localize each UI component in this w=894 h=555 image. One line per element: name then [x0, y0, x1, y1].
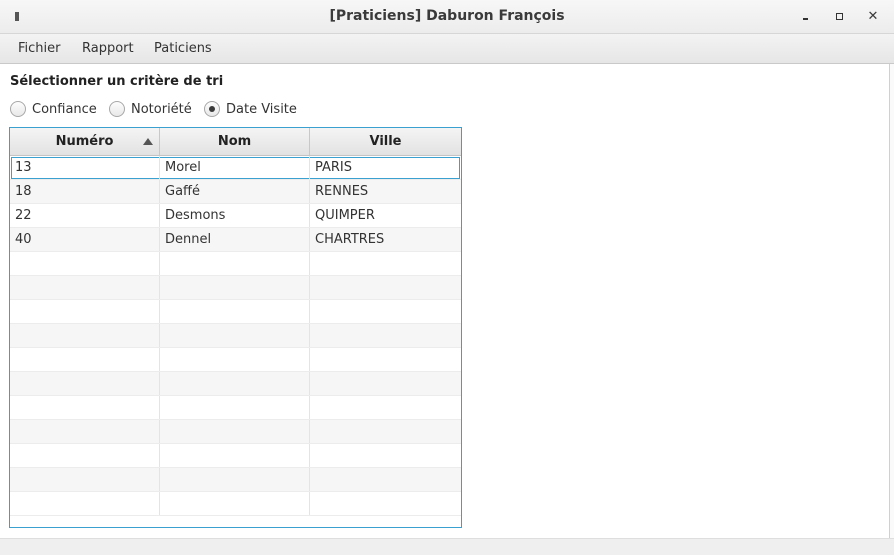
table-cell — [10, 420, 160, 443]
radio-circle[interactable] — [10, 101, 26, 117]
table-row-empty — [10, 396, 461, 420]
table-cell — [160, 252, 310, 275]
table-cell — [160, 324, 310, 347]
table-row[interactable]: 22 Desmons QUIMPER — [10, 204, 461, 228]
sort-criteria-label: Sélectionner un critère de tri — [10, 74, 224, 89]
table-row-empty — [10, 348, 461, 372]
table-cell: CHARTRES — [315, 232, 385, 247]
table-cell — [160, 420, 310, 443]
table-cell — [310, 276, 461, 299]
table-cell — [10, 372, 160, 395]
table-cell — [160, 492, 310, 515]
column-header-numero[interactable]: Numéro — [10, 128, 160, 155]
table-cell — [310, 300, 461, 323]
table-row-empty — [10, 420, 461, 444]
praticiens-table[interactable]: Numéro Nom Ville 13 Morel PARIS 18 Gaffé RENN… — [9, 127, 462, 528]
column-header-label: Numéro — [55, 134, 114, 149]
table-row[interactable]: 13 Morel PARIS — [10, 156, 461, 180]
menu-fichier[interactable]: Fichier — [18, 41, 61, 56]
table-cell — [310, 396, 461, 419]
table-cell — [310, 348, 461, 371]
table-cell — [160, 300, 310, 323]
minimize-icon — [802, 18, 808, 20]
table-row-empty — [10, 300, 461, 324]
column-header-nom[interactable]: Nom — [160, 128, 310, 155]
table-cell — [10, 492, 160, 515]
menu-bar: Fichier Rapport Paticiens — [0, 34, 894, 64]
table-row-empty — [10, 276, 461, 300]
close-button[interactable]: ✕ — [864, 8, 882, 26]
table-row-empty — [10, 252, 461, 276]
table-cell — [310, 468, 461, 491]
table-cell: QUIMPER — [315, 208, 375, 223]
table-row-empty — [10, 444, 461, 468]
table-header: Numéro Nom Ville — [10, 128, 461, 156]
table-cell — [160, 396, 310, 419]
column-header-ville[interactable]: Ville — [310, 128, 461, 155]
menu-paticiens[interactable]: Paticiens — [154, 41, 212, 56]
sort-ascending-icon — [143, 138, 153, 145]
table-cell: 18 — [10, 180, 160, 203]
table-row-empty — [10, 372, 461, 396]
table-cell — [160, 348, 310, 371]
table-cell — [310, 492, 461, 515]
table-cell — [10, 300, 160, 323]
radio-date-visite[interactable]: Date Visite — [204, 100, 297, 118]
table-row[interactable]: 18 Gaffé RENNES — [10, 180, 461, 204]
close-icon: ✕ — [867, 9, 879, 24]
table-cell — [160, 372, 310, 395]
radio-label: Date Visite — [226, 101, 297, 117]
table-cell — [10, 348, 160, 371]
radio-circle-selected[interactable] — [204, 101, 220, 117]
table-cell — [10, 444, 160, 467]
table-cell: 13 — [10, 156, 160, 179]
window-right-edge — [889, 64, 894, 538]
table-cell — [310, 252, 461, 275]
table-cell — [10, 252, 160, 275]
table-cell — [310, 444, 461, 467]
table-cell — [160, 468, 310, 491]
radio-label: Notoriété — [131, 101, 192, 117]
title-bar: [Praticiens] Daburon François ✕ — [0, 0, 894, 34]
menu-rapport[interactable]: Rapport — [82, 41, 134, 56]
radio-confiance[interactable]: Confiance — [10, 100, 97, 118]
table-cell: Morel — [160, 156, 310, 179]
maximize-button[interactable] — [830, 8, 848, 26]
radio-notoriete[interactable]: Notoriété — [109, 100, 192, 118]
table-cell — [310, 420, 461, 443]
table-row[interactable]: 40 Dennel CHARTRES — [10, 228, 461, 252]
table-cell: Dennel — [160, 228, 310, 251]
table-cell — [10, 468, 160, 491]
maximize-icon — [835, 13, 843, 20]
table-cell — [160, 444, 310, 467]
table-cell — [310, 324, 461, 347]
table-cell: Desmons — [160, 204, 310, 227]
table-row-empty — [10, 468, 461, 492]
table-cell: Gaffé — [160, 180, 310, 203]
minimize-button[interactable] — [796, 8, 814, 26]
window-title: [Praticiens] Daburon François — [329, 8, 565, 24]
table-row-empty — [10, 492, 461, 516]
window-bottom-strip — [0, 538, 894, 555]
table-cell: RENNES — [315, 184, 369, 199]
table-cell: 40 — [10, 228, 160, 251]
table-cell — [310, 372, 461, 395]
radio-label: Confiance — [32, 101, 97, 117]
table-cell: 22 — [10, 204, 160, 227]
table-cell: PARIS — [315, 160, 353, 175]
table-row-empty — [10, 324, 461, 348]
table-cell — [10, 396, 160, 419]
radio-circle[interactable] — [109, 101, 125, 117]
table-cell — [10, 276, 160, 299]
table-cell — [160, 276, 310, 299]
table-cell — [10, 324, 160, 347]
